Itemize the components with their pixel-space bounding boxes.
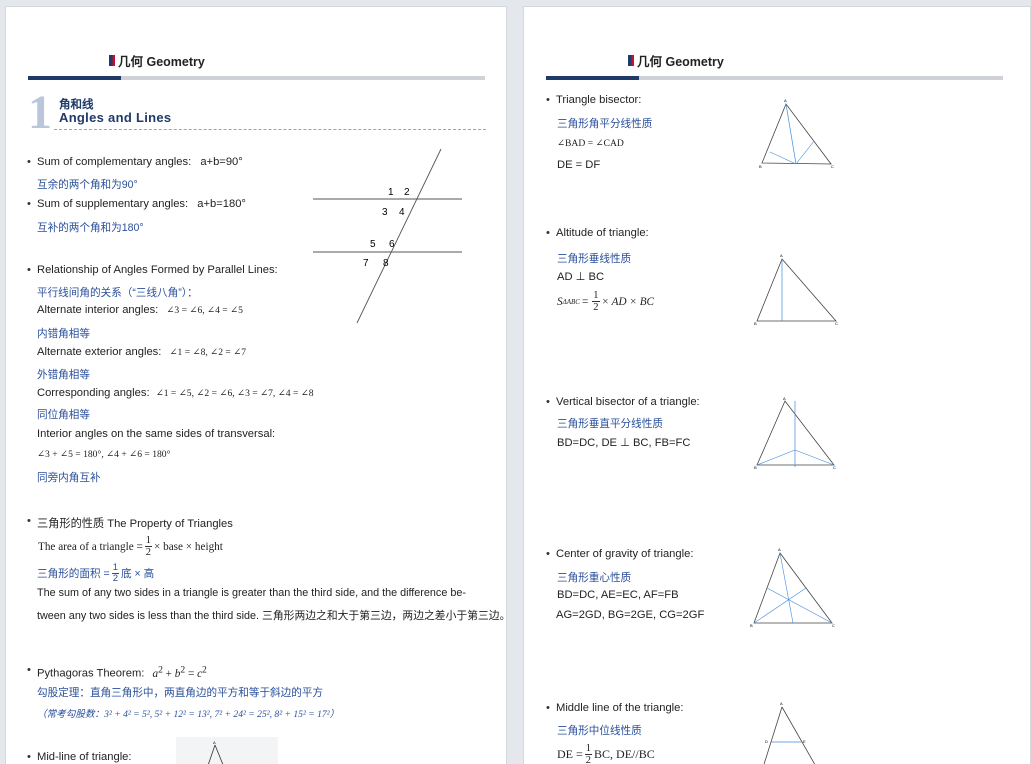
svg-text:B: B: [750, 623, 753, 628]
angle-label-8: 8: [383, 258, 389, 269]
angle-label-2: 2: [404, 187, 410, 198]
svg-text:E: E: [803, 739, 806, 744]
bisector-label: Triangle bisector:: [546, 94, 641, 106]
svg-text:C: C: [832, 623, 835, 628]
altitude-area-num: 1: [592, 290, 600, 303]
vertical-bisector-cn: 三角形垂直平分线性质: [557, 418, 663, 430]
alt-interior-label: Alternate interior angles:: [37, 304, 159, 316]
alt-interior-cn: 内错角相等: [37, 328, 90, 340]
middle-line-num: 1: [584, 743, 593, 756]
area-den: 2: [145, 547, 152, 559]
bisector-cn: 三角形角平分线性质: [557, 118, 653, 130]
svg-text:D: D: [765, 739, 768, 744]
sides-line-2: tween any two sides is less than the thi…: [37, 610, 507, 622]
svg-text:B: B: [754, 321, 757, 326]
triangle-area-cn: 三角形的面积 = 12 底 × 高: [37, 563, 154, 584]
alt-exterior-cn: 外错角相等: [37, 369, 90, 381]
svg-text:B: B: [754, 465, 757, 470]
altitude-label: Altitude of triangle:: [546, 227, 649, 239]
vertical-bisector-line1: BD=DC, DE ⊥ BC, FB=FC: [557, 437, 691, 449]
middle-line-rhs: BC, DE//BC: [594, 747, 655, 762]
middle-line-label: Middle line of the triangle:: [546, 702, 683, 714]
vertical-bisector-diagram: A B C: [754, 396, 836, 470]
interior-same-label: Interior angles on the same sides of tra…: [37, 428, 276, 440]
corresponding: Corresponding angles: ∠1 = ∠5, ∠2 = ∠6, …: [37, 387, 314, 399]
midline-diagram: A: [176, 737, 278, 764]
area-cn-den: 2: [112, 572, 118, 584]
middle-line-diagram: A D E: [763, 701, 816, 764]
angle-label-3: 3: [382, 207, 388, 218]
angle-label-1: 1: [388, 187, 394, 198]
interior-same-formula: ∠3 + ∠5 = 180°, ∠4 + ∠6 = 180°: [37, 449, 171, 460]
bisector-line2: DE = DF: [557, 159, 601, 171]
svg-text:A: A: [780, 253, 783, 258]
gravity-cn: 三角形重心性质: [557, 572, 632, 584]
corresponding-formula: ∠1 = ∠5, ∠2 = ∠6, ∠3 = ∠7, ∠4 = ∠8: [155, 388, 314, 399]
area-cn-prefix: 三角形的面积 =: [37, 567, 110, 580]
vertical-bisector-label: Vertical bisector of a triangle:: [546, 396, 700, 408]
pythagoras-item: Pythagoras Theorem: a2 + b2 = c2: [27, 664, 207, 680]
svg-text:A: A: [213, 740, 216, 745]
parallel-label: Relationship of Angles Formed by Paralle…: [27, 264, 278, 276]
angle-label-6: 6: [389, 239, 395, 250]
gravity-line2: AG=2GD, BG=2GE, CG=2GF: [556, 609, 705, 621]
area-cn-suffix: 底 × 高: [121, 567, 155, 580]
triangle-area-formula: The area of a triangle = 12 × base × hei…: [38, 535, 223, 558]
alt-exterior: Alternate exterior angles: ∠1 = ∠8, ∠2 =…: [37, 346, 246, 358]
area-num: 1: [144, 535, 153, 548]
svg-text:A: A: [778, 547, 781, 552]
triangle-property-label: 三角形的性质 The Property of Triangles: [27, 515, 233, 531]
bisector-line1: ∠BAD = ∠CAD: [557, 138, 624, 149]
altitude-diagram: A B C: [754, 253, 838, 326]
middle-line-den: 2: [585, 755, 592, 764]
pythagoras-examples: （常考勾股数：3² + 4² = 5², 5² + 12² = 13², 7² …: [37, 709, 340, 720]
corresponding-cn: 同位角相等: [37, 409, 90, 421]
header-rule-right: [546, 76, 1003, 80]
midline-label: Mid-line of triangle:: [27, 751, 131, 763]
svg-text:B: B: [759, 164, 762, 169]
gravity-diagram: A B C: [750, 547, 835, 628]
header-flag-icon-right: [628, 55, 634, 66]
gravity-label: Center of gravity of triangle:: [546, 548, 693, 560]
bisector-diagram: A B C: [759, 98, 834, 169]
right-page: 几何 Geometry Triangle bisector: 三角形角平分线性质…: [523, 6, 1031, 764]
svg-text:C: C: [833, 465, 836, 470]
svg-text:A: A: [780, 701, 783, 706]
middle-line-formula: DE = 12 BC, DE//BC: [557, 743, 655, 764]
altitude-cn: 三角形垂线性质: [557, 253, 632, 265]
pythagoras-cn: 勾股定理：直角三角形中，两直角边的平方和等于斜边的平方: [37, 687, 324, 699]
pythagoras-label: Pythagoras Theorem:: [37, 667, 145, 680]
svg-text:C: C: [835, 321, 838, 326]
interior-same-cn: 同旁内角互补: [37, 472, 101, 484]
alt-interior-formula: ∠3 = ∠6, ∠4 = ∠5: [166, 305, 243, 316]
altitude-area: S ΔABC = 12 × AD × BC: [557, 290, 655, 314]
altitude-area-sub: ΔABC: [562, 297, 580, 306]
gravity-line1: BD=DC, AE=EC, AF=FB: [557, 589, 679, 601]
left-page: 几何 Geometry 1 角和线 Angles and Lines Sum o…: [5, 6, 507, 764]
angle-label-5: 5: [370, 239, 376, 250]
angle-label-4: 4: [399, 207, 405, 218]
alt-exterior-label: Alternate exterior angles:: [37, 346, 162, 358]
area-suffix: × base × height: [154, 540, 223, 553]
parallel-cn: 平行线间角的关系（“三线八角”）：: [37, 287, 198, 299]
header-title-right: 几何 Geometry: [637, 55, 724, 69]
sides-line-1: The sum of any two sides in a triangle i…: [37, 587, 466, 599]
angle-label-7: 7: [363, 258, 369, 269]
middle-line-cn: 三角形中位线性质: [557, 725, 642, 737]
area-prefix: The area of a triangle =: [38, 540, 143, 553]
svg-text:C: C: [831, 164, 834, 169]
page-header-right: 几何 Geometry: [628, 51, 724, 70]
alt-exterior-formula: ∠1 = ∠8, ∠2 = ∠7: [169, 347, 247, 358]
svg-text:A: A: [784, 98, 787, 103]
alt-interior: Alternate interior angles: ∠3 = ∠6, ∠4 =…: [37, 304, 243, 316]
pyth-plus: +: [162, 667, 175, 680]
pyth-exp-c: 2: [202, 664, 207, 675]
corresponding-label: Corresponding angles:: [37, 387, 150, 399]
altitude-line1: AD ⊥ BC: [557, 271, 605, 283]
middle-line-lhs: DE =: [557, 747, 583, 762]
svg-text:A: A: [783, 396, 786, 401]
altitude-area-rhs: × AD × BC: [601, 295, 655, 308]
altitude-area-den: 2: [593, 302, 599, 314]
pyth-eq: =: [185, 667, 198, 680]
